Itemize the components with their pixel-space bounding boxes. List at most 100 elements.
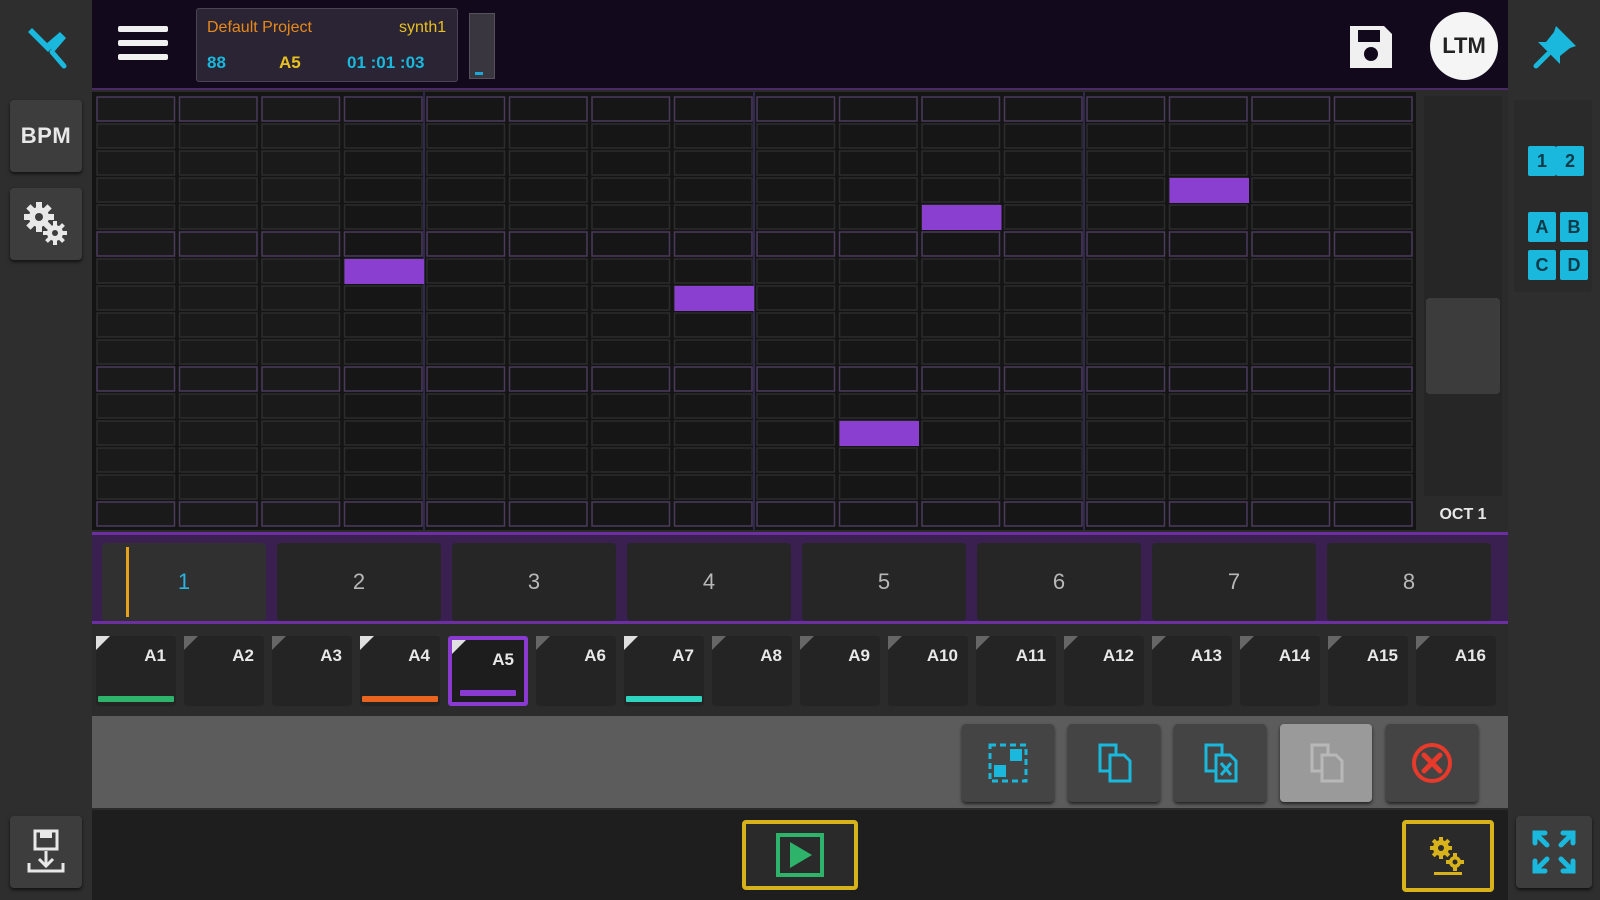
grid-cell[interactable] bbox=[508, 501, 588, 527]
grid-cell[interactable] bbox=[343, 393, 423, 419]
grid-cell[interactable] bbox=[1333, 258, 1413, 284]
grid-cell[interactable] bbox=[1168, 150, 1248, 176]
grid-cell[interactable] bbox=[1086, 420, 1166, 446]
grid-cell[interactable] bbox=[508, 393, 588, 419]
grid-cell[interactable] bbox=[508, 474, 588, 500]
grid-cell[interactable] bbox=[1168, 447, 1248, 473]
grid-cell[interactable] bbox=[1003, 501, 1083, 527]
grid-cell[interactable] bbox=[921, 366, 1001, 392]
grid-cell[interactable] bbox=[756, 204, 836, 230]
grid-cell[interactable] bbox=[261, 285, 341, 311]
grid-cell[interactable] bbox=[1003, 231, 1083, 257]
grid-cell[interactable] bbox=[921, 177, 1001, 203]
grid-cell[interactable] bbox=[921, 231, 1001, 257]
grid-cell[interactable] bbox=[756, 96, 836, 122]
grid-cell[interactable] bbox=[756, 231, 836, 257]
grid-cell[interactable] bbox=[838, 204, 918, 230]
grid-cell[interactable] bbox=[508, 258, 588, 284]
grid-cell[interactable] bbox=[1251, 474, 1331, 500]
grid-cell[interactable] bbox=[591, 501, 671, 527]
bpm-button[interactable]: BPM bbox=[10, 100, 82, 172]
grid-cell[interactable] bbox=[1003, 474, 1083, 500]
grid-cell[interactable] bbox=[673, 393, 753, 419]
grid-cell[interactable] bbox=[838, 366, 918, 392]
grid-cell[interactable] bbox=[1333, 420, 1413, 446]
grid-cell[interactable] bbox=[178, 312, 258, 338]
grid-cell[interactable] bbox=[96, 420, 176, 446]
grid-cell[interactable] bbox=[921, 474, 1001, 500]
view-1-button[interactable]: 1 bbox=[1528, 146, 1556, 176]
grid-cell[interactable] bbox=[343, 474, 423, 500]
grid-cell[interactable] bbox=[838, 96, 918, 122]
track-button-a15[interactable]: A15 bbox=[1328, 636, 1408, 706]
grid-cell[interactable] bbox=[261, 231, 341, 257]
grid-cell[interactable] bbox=[1251, 339, 1331, 365]
grid-cell[interactable] bbox=[673, 96, 753, 122]
grid-cell[interactable] bbox=[838, 285, 918, 311]
grid-cell[interactable] bbox=[261, 150, 341, 176]
grid-cell[interactable] bbox=[838, 339, 918, 365]
octave-scrollbar[interactable] bbox=[1424, 96, 1502, 496]
grid-cell[interactable] bbox=[261, 204, 341, 230]
grid-cell[interactable] bbox=[1086, 96, 1166, 122]
grid-cell[interactable] bbox=[591, 177, 671, 203]
grid-cell[interactable] bbox=[591, 150, 671, 176]
grid-cell[interactable] bbox=[1003, 258, 1083, 284]
grid-cell[interactable] bbox=[96, 231, 176, 257]
grid-cell[interactable] bbox=[1003, 204, 1083, 230]
select-tool-button[interactable] bbox=[962, 724, 1054, 802]
grid-cell[interactable] bbox=[1333, 177, 1413, 203]
grid-cell[interactable] bbox=[1251, 177, 1331, 203]
grid-cell[interactable] bbox=[1333, 447, 1413, 473]
grid-cell[interactable] bbox=[96, 177, 176, 203]
grid-cell[interactable] bbox=[1251, 393, 1331, 419]
grid-cell[interactable] bbox=[1003, 447, 1083, 473]
grid-cell[interactable] bbox=[508, 177, 588, 203]
grid-cell[interactable] bbox=[426, 285, 506, 311]
grid-cell[interactable] bbox=[756, 339, 836, 365]
grid-cell[interactable] bbox=[178, 474, 258, 500]
grid-cell[interactable] bbox=[673, 204, 753, 230]
grid-cell[interactable] bbox=[1086, 204, 1166, 230]
grid-cell[interactable] bbox=[178, 258, 258, 284]
grid-cell[interactable] bbox=[756, 474, 836, 500]
grid-cell[interactable] bbox=[591, 474, 671, 500]
grid-cell[interactable] bbox=[261, 420, 341, 446]
grid-cell[interactable] bbox=[1168, 339, 1248, 365]
grid-cell[interactable] bbox=[261, 96, 341, 122]
grid-cell[interactable] bbox=[426, 339, 506, 365]
grid-cell[interactable] bbox=[838, 447, 918, 473]
grid-cell[interactable] bbox=[426, 204, 506, 230]
grid-cell[interactable] bbox=[508, 285, 588, 311]
grid-cell[interactable] bbox=[921, 312, 1001, 338]
grid-cell[interactable] bbox=[508, 312, 588, 338]
grid-cell[interactable] bbox=[1086, 501, 1166, 527]
grid-cell[interactable] bbox=[591, 447, 671, 473]
grid-cell[interactable] bbox=[591, 339, 671, 365]
grid-cell[interactable] bbox=[838, 177, 918, 203]
grid-cell[interactable] bbox=[343, 123, 423, 149]
grid-cell[interactable] bbox=[261, 501, 341, 527]
grid-cell[interactable] bbox=[1003, 177, 1083, 203]
grid-cell[interactable] bbox=[96, 447, 176, 473]
note-block[interactable] bbox=[1169, 178, 1250, 203]
grid-cell[interactable] bbox=[96, 501, 176, 527]
grid-cell[interactable] bbox=[96, 258, 176, 284]
pattern-button-4[interactable]: 4 bbox=[627, 543, 791, 621]
view-a-button[interactable]: A bbox=[1528, 212, 1556, 242]
grid-cell[interactable] bbox=[1003, 285, 1083, 311]
grid-cell[interactable] bbox=[508, 150, 588, 176]
grid-cell[interactable] bbox=[673, 150, 753, 176]
grid-cell[interactable] bbox=[343, 366, 423, 392]
grid-cell[interactable] bbox=[1333, 123, 1413, 149]
pattern-button-2[interactable]: 2 bbox=[277, 543, 441, 621]
grid-cell[interactable] bbox=[96, 474, 176, 500]
grid-cell[interactable] bbox=[508, 123, 588, 149]
grid-cell[interactable] bbox=[178, 231, 258, 257]
grid-cell[interactable] bbox=[591, 285, 671, 311]
grid-cell[interactable] bbox=[838, 312, 918, 338]
grid-cell[interactable] bbox=[426, 96, 506, 122]
grid-cell[interactable] bbox=[756, 366, 836, 392]
view-2-button[interactable]: 2 bbox=[1556, 146, 1584, 176]
grid-cell[interactable] bbox=[426, 231, 506, 257]
